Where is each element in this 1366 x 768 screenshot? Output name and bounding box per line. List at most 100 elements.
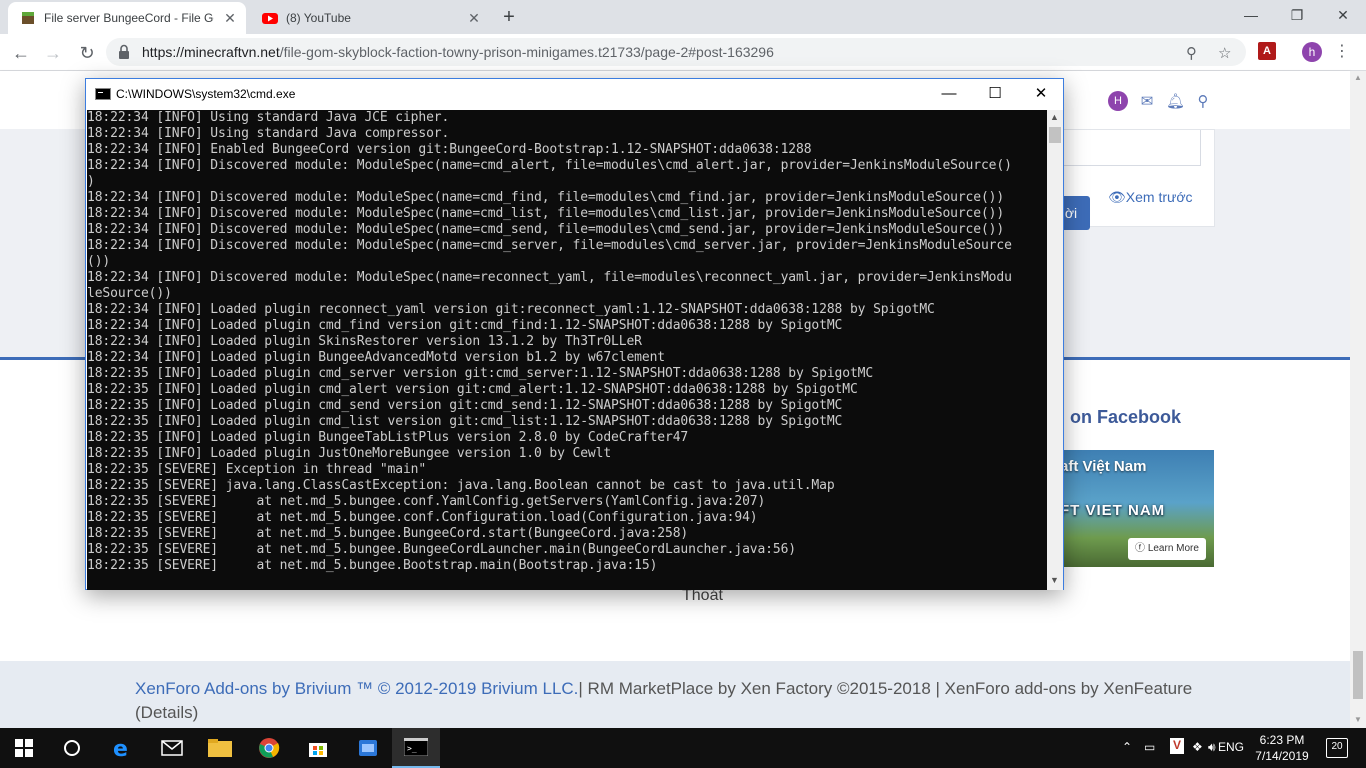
console-line: 18:22:34 [INFO] Loaded plugin reconnect_… (87, 302, 935, 317)
scroll-up-icon[interactable]: ▲ (1354, 73, 1362, 82)
user-avatar[interactable]: H (1108, 91, 1128, 111)
inbox-icon[interactable]: ✉ (1138, 92, 1156, 110)
browser-tabstrip: File server BungeeCord - File Gộp ✕ (8) … (0, 0, 1366, 34)
cmd-titlebar[interactable]: C:\WINDOWS\system32\cmd.exe — ☐ ✕ (86, 79, 1063, 109)
address-bar[interactable]: https://minecraftvn.net/file-gom-skybloc… (106, 38, 1246, 66)
cmd-scroll-thumb[interactable] (1049, 127, 1061, 143)
mail-icon[interactable] (148, 728, 196, 768)
console-line: 18:22:35 [INFO] Loaded plugin cmd_server… (87, 366, 874, 381)
dropbox-icon[interactable]: ❖ (1192, 740, 1203, 754)
footer-text: XenForo Add-ons by Brivium ™ © 2012-2019… (135, 677, 1225, 725)
cmd-console[interactable]: 18:22:34 [INFO] Using standard Java JCE … (87, 110, 1047, 590)
clock-time: 6:23 PM (1259, 733, 1305, 747)
lock-icon (118, 44, 132, 60)
chrome-menu-icon[interactable]: ⋮ (1334, 40, 1350, 64)
console-line: 18:22:35 [SEVERE] at net.md_5.bungee.Bun… (87, 542, 797, 557)
console-line: 18:22:34 [INFO] Discovered module: Modul… (87, 158, 1012, 173)
preview-link[interactable]: 👁︎Xem trước (1108, 189, 1193, 206)
close-tab-icon[interactable]: ✕ (222, 10, 238, 26)
tab-title: File server BungeeCord - File Gộp (44, 11, 214, 25)
bell-icon[interactable]: 🔔︎ (1166, 92, 1185, 110)
battery-icon[interactable]: ▭ (1144, 740, 1155, 754)
zoom-search-icon[interactable]: ⚲ (1186, 44, 1197, 62)
windows-start-icon[interactable] (0, 728, 48, 768)
tab-youtube[interactable]: (8) YouTube ✕ (250, 2, 490, 34)
facebook-logo-text: FT VIET NAM (1060, 502, 1166, 519)
volume-icon[interactable]: 🔊︎ (1208, 740, 1216, 755)
page-scroll-thumb[interactable] (1353, 651, 1363, 699)
facebook-learn-more-button[interactable]: ⓕ Learn More (1128, 538, 1206, 560)
file-explorer-icon[interactable] (196, 728, 244, 768)
console-line: 18:22:34 [INFO] Discovered module: Modul… (87, 190, 1005, 205)
cmd-maximize-button[interactable]: ☐ (972, 79, 1018, 109)
cmd-minimize-button[interactable]: — (926, 79, 972, 109)
chrome-icon[interactable] (245, 728, 293, 768)
console-line: 18:22:34 [INFO] Loaded plugin BungeeAdva… (87, 350, 665, 365)
console-line: ()) (87, 254, 111, 269)
console-line: 18:22:34 [INFO] Loaded plugin cmd_find v… (87, 318, 843, 333)
console-line: 18:22:34 [INFO] Discovered module: Modul… (87, 206, 1005, 221)
minecraft-block-icon (20, 10, 36, 26)
close-tab-icon[interactable]: ✕ (466, 10, 482, 26)
facebook-icon: ⓕ (1135, 543, 1148, 554)
action-center-icon[interactable]: 20 (1326, 738, 1348, 758)
windows-taskbar: e >_ ⌃ ▭ V ❖ 🔊︎ ENG 6:23 PM 7/14/2019 20 (0, 728, 1366, 768)
language-indicator[interactable]: ENG (1218, 740, 1244, 754)
cmd-close-button[interactable]: ✕ (1018, 79, 1064, 109)
eye-icon: 👁︎ (1108, 189, 1126, 205)
console-line: 18:22:34 [INFO] Discovered module: Modul… (87, 270, 1012, 285)
cmd-icon (95, 88, 111, 100)
scroll-down-icon[interactable]: ▼ (1354, 715, 1362, 724)
console-line: 18:22:35 [INFO] Loaded plugin cmd_send v… (87, 398, 843, 413)
facebook-page-name[interactable]: aft Việt Nam (1060, 458, 1146, 475)
url-path: /file-gom-skyblock-faction-towny-prison-… (279, 44, 774, 60)
console-line: 18:22:34 [INFO] Discovered module: Modul… (87, 238, 1012, 253)
tab-file-server[interactable]: File server BungeeCord - File Gộp ✕ (8, 2, 246, 34)
url-text: https://minecraftvn.net/file-gom-skybloc… (142, 44, 774, 60)
editor-textbox[interactable] (1051, 130, 1201, 166)
scroll-up-icon[interactable]: ▲ (1050, 112, 1059, 122)
cmd-scrollbar[interactable]: ▲ ▼ (1047, 110, 1063, 590)
scroll-down-icon[interactable]: ▼ (1050, 575, 1059, 585)
console-line: 18:22:34 [INFO] Loaded plugin SkinsResto… (87, 334, 642, 349)
console-line: 18:22:35 [SEVERE] java.lang.ClassCastExc… (87, 478, 835, 493)
console-output: 18:22:34 [INFO] Using standard Java JCE … (87, 110, 1047, 574)
cortana-icon[interactable] (48, 728, 96, 768)
minimize-button[interactable]: — (1228, 0, 1274, 30)
facebook-widget[interactable]: aft Việt Nam FT VIET NAM ⓕ Learn More (1060, 450, 1214, 567)
v-tray-icon[interactable]: V (1170, 738, 1184, 754)
svg-text:>_: >_ (407, 744, 417, 753)
console-line: 18:22:35 [INFO] Loaded plugin cmd_list v… (87, 414, 843, 429)
console-line: 18:22:35 [SEVERE] at net.md_5.bungee.Bun… (87, 526, 689, 541)
footer-brivium-link[interactable]: XenForo Add-ons by Brivium ™ © 2012-2019… (135, 679, 578, 698)
cmd-window: C:\WINDOWS\system32\cmd.exe — ☐ ✕ 18:22:… (85, 78, 1064, 590)
edge-icon[interactable]: e (98, 728, 146, 768)
back-button[interactable]: ← (8, 40, 34, 66)
clock[interactable]: 6:23 PM 7/14/2019 (1252, 732, 1312, 764)
cmd-taskbar-icon[interactable]: >_ (392, 728, 440, 768)
url-host: https://minecraftvn.net (142, 44, 280, 60)
search-icon[interactable]: ⚲ (1194, 92, 1212, 110)
preview-label: Xem trước (1125, 189, 1193, 205)
profile-avatar[interactable]: h (1302, 42, 1322, 62)
cmd-title: C:\WINDOWS\system32\cmd.exe (116, 87, 296, 101)
reload-button[interactable]: ↻ (74, 40, 100, 66)
chevron-up-icon[interactable]: ⌃ (1122, 740, 1132, 754)
page-scrollbar[interactable]: ▲ ▼ (1350, 71, 1366, 728)
console-line: 18:22:34 [INFO] Using standard Java JCE … (87, 110, 450, 125)
store-icon[interactable] (294, 728, 342, 768)
new-tab-button[interactable]: + (498, 6, 520, 28)
close-window-button[interactable]: ✕ (1320, 0, 1366, 30)
youtube-icon (262, 10, 278, 26)
browser-toolbar: ← → ↻ https://minecraftvn.net/file-gom-s… (0, 34, 1366, 71)
bookmark-star-icon[interactable]: ☆ (1218, 44, 1231, 62)
facebook-title: on Facebook (1070, 407, 1182, 427)
pdf-extension-icon[interactable]: A (1258, 42, 1276, 60)
site-footer: XenForo Add-ons by Brivium ™ © 2012-2019… (0, 661, 1350, 728)
console-line: 18:22:34 [INFO] Discovered module: Modul… (87, 222, 1005, 237)
restore-button[interactable]: ❐ (1274, 0, 1320, 30)
console-line: ) (87, 174, 95, 189)
console-line: 18:22:35 [SEVERE] at net.md_5.bungee.con… (87, 494, 766, 509)
forward-button[interactable]: → (40, 40, 66, 66)
blue-app-icon[interactable] (344, 728, 392, 768)
